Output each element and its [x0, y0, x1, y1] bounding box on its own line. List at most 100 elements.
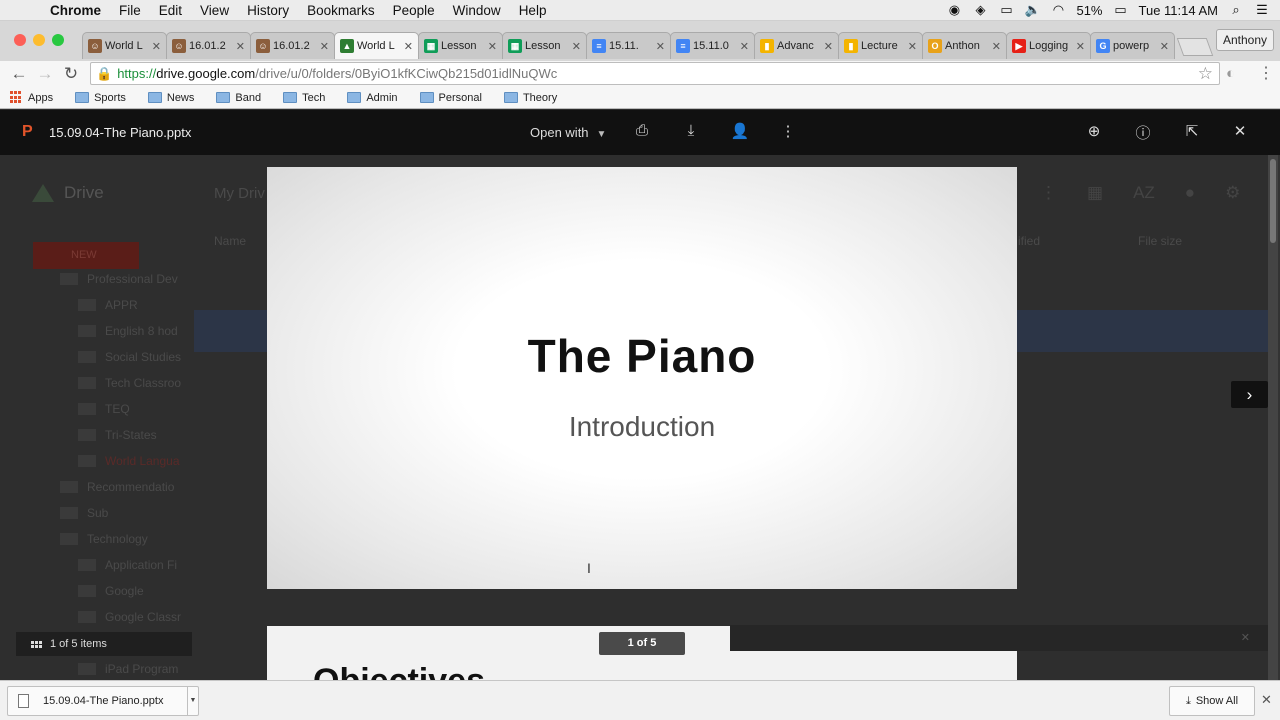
browser-tab[interactable]: ▮ Advanc ✕: [754, 32, 839, 59]
download-icon[interactable]: ⤓: [680, 122, 702, 139]
close-tab-icon[interactable]: ✕: [152, 40, 161, 53]
location-icon[interactable]: ◈: [972, 2, 988, 18]
open-with-button[interactable]: Open with ▼: [530, 125, 606, 140]
browser-tab[interactable]: ▮ Lecture ✕: [838, 32, 923, 59]
notification-center-icon[interactable]: ☰: [1254, 2, 1270, 18]
next-slide-button[interactable]: ›: [1231, 381, 1268, 408]
close-tab-icon[interactable]: ✕: [236, 40, 245, 53]
viewer-scrollbar[interactable]: [1268, 155, 1278, 680]
minimize-window-button[interactable]: [33, 34, 45, 46]
menu-window[interactable]: Window: [444, 3, 510, 18]
menu-help[interactable]: Help: [510, 3, 556, 18]
clock[interactable]: Tue 11:14 AM: [1139, 3, 1219, 18]
reload-icon[interactable]: ↻: [58, 64, 84, 84]
powerpoint-file-icon: P: [22, 123, 33, 140]
close-tab-icon[interactable]: ✕: [656, 40, 665, 53]
bookmark-folder-personal[interactable]: Personal: [419, 92, 482, 104]
close-icon[interactable]: ✕: [1229, 122, 1251, 140]
battery-percent[interactable]: 51%: [1076, 3, 1102, 18]
close-tab-icon[interactable]: ✕: [824, 40, 833, 53]
folder-icon: [60, 481, 78, 493]
add-person-icon[interactable]: 👤: [729, 122, 751, 140]
close-shelf-icon[interactable]: ✕: [1261, 692, 1272, 708]
menu-people[interactable]: People: [384, 3, 444, 18]
slide-1[interactable]: The Piano Introduction I: [267, 167, 1017, 589]
close-window-button[interactable]: [14, 34, 26, 46]
menu-file[interactable]: File: [110, 3, 150, 18]
browser-tab[interactable]: ▲ World L ✕: [334, 32, 419, 59]
close-tab-icon[interactable]: ✕: [1160, 40, 1169, 53]
drive-breadcrumb: My Driv: [214, 185, 265, 202]
bookmark-folder-band[interactable]: Band: [216, 92, 261, 104]
drive-tree-item: Google Classr: [60, 604, 181, 630]
back-icon[interactable]: ←: [6, 64, 32, 84]
close-tab-icon[interactable]: ✕: [320, 40, 329, 53]
drive-tree-label: Social Studies: [105, 350, 182, 364]
tab-label: Logging: [1029, 40, 1069, 52]
browser-tab[interactable]: ≡ 15.11. ✕: [586, 32, 671, 59]
download-item[interactable]: 15.09.04-The Piano.pptx ▼: [7, 686, 199, 716]
new-tab-button[interactable]: [1176, 38, 1214, 56]
zoom-window-button[interactable]: [52, 34, 64, 46]
bookmark-folder-sports[interactable]: Sports: [75, 92, 126, 104]
grid-view-icon: ▦: [1087, 183, 1104, 202]
menu-edit[interactable]: Edit: [150, 3, 191, 18]
browser-tab[interactable]: ▦ Lesson ✕: [418, 32, 503, 59]
item-counter[interactable]: 1 of 5 items: [16, 632, 192, 656]
menu-bookmarks[interactable]: Bookmarks: [298, 3, 384, 18]
download-options-caret-icon[interactable]: ▼: [187, 687, 198, 715]
browser-tab[interactable]: ▦ Lesson ✕: [502, 32, 587, 59]
secure-lock-icon[interactable]: 🔒: [96, 66, 112, 82]
profile-button[interactable]: Anthony: [1215, 29, 1274, 51]
info-icon: ●: [1184, 183, 1196, 202]
show-all-downloads-button[interactable]: ⤓ Show All: [1169, 686, 1255, 716]
zoom-icon[interactable]: ⊕: [1083, 122, 1105, 140]
browser-tab[interactable]: ☺ 16.01.2 ✕: [166, 32, 251, 59]
extension-icon[interactable]: ◐: [1226, 65, 1235, 82]
chrome-menu-icon[interactable]: ⋮: [1258, 63, 1274, 83]
folder-icon: [78, 663, 96, 675]
app-menu-chrome[interactable]: Chrome: [36, 3, 110, 18]
close-tab-icon[interactable]: ✕: [488, 40, 497, 53]
bookmark-label: Tech: [302, 91, 326, 104]
bookmark-folder-news[interactable]: News: [147, 92, 194, 104]
browser-tab[interactable]: ☺ World L ✕: [82, 32, 167, 59]
browser-tab[interactable]: ☺ 16.01.2 ✕: [250, 32, 335, 59]
close-tab-icon[interactable]: ✕: [404, 40, 413, 53]
drive-tree-label: Sub: [87, 506, 109, 520]
menu-history[interactable]: History: [238, 3, 298, 18]
close-tab-icon[interactable]: ✕: [572, 40, 581, 53]
browser-tab[interactable]: ▶ Logging ✕: [1006, 32, 1091, 59]
address-bar[interactable]: 🔒 https://drive.google.com/drive/u/0/fol…: [90, 62, 1220, 85]
close-tab-icon[interactable]: ✕: [740, 40, 749, 53]
open-in-new-window-icon[interactable]: ⇱: [1181, 122, 1203, 140]
bookmark-label: Admin: [366, 91, 398, 104]
battery-icon[interactable]: ▭: [1113, 2, 1129, 18]
menu-view[interactable]: View: [191, 3, 238, 18]
browser-tab[interactable]: Gpowerp ✕: [1090, 32, 1175, 59]
spotlight-search-icon[interactable]: ⌕: [1228, 2, 1244, 18]
bookmark-apps[interactable]: Apps: [10, 91, 53, 104]
forward-icon[interactable]: →: [32, 64, 58, 84]
browser-tab[interactable]: O Anthon ✕: [922, 32, 1007, 59]
bookmark-folder-tech[interactable]: Tech: [283, 92, 325, 104]
more-actions-icon[interactable]: ⋮: [777, 122, 799, 140]
close-tab-icon[interactable]: ✕: [1076, 40, 1085, 53]
wifi-icon[interactable]: ◠: [1050, 2, 1066, 18]
volume-icon[interactable]: 🔈: [1024, 2, 1040, 18]
bookmark-folder-theory[interactable]: Theory: [503, 92, 557, 104]
bookmark-star-icon[interactable]: ☆: [1198, 64, 1213, 84]
record-icon[interactable]: ◉: [946, 2, 962, 18]
airplay-icon[interactable]: ▭: [998, 2, 1014, 18]
open-with-label: Open with: [530, 125, 589, 140]
docs-icon: ≡: [676, 39, 690, 53]
bookmark-folder-admin[interactable]: Admin: [347, 91, 398, 104]
close-tab-icon[interactable]: ✕: [992, 40, 1001, 53]
info-icon[interactable]: ⓘ: [1132, 122, 1154, 143]
drive-tree-label: Google Classr: [105, 610, 182, 624]
person-icon: ☺: [88, 39, 102, 53]
browser-tab[interactable]: ≡ 15.11.0 ✕: [670, 32, 755, 59]
scrollbar-thumb[interactable]: [1270, 159, 1276, 243]
close-tab-icon[interactable]: ✕: [908, 40, 917, 53]
print-icon[interactable]: ⎙: [631, 122, 653, 139]
